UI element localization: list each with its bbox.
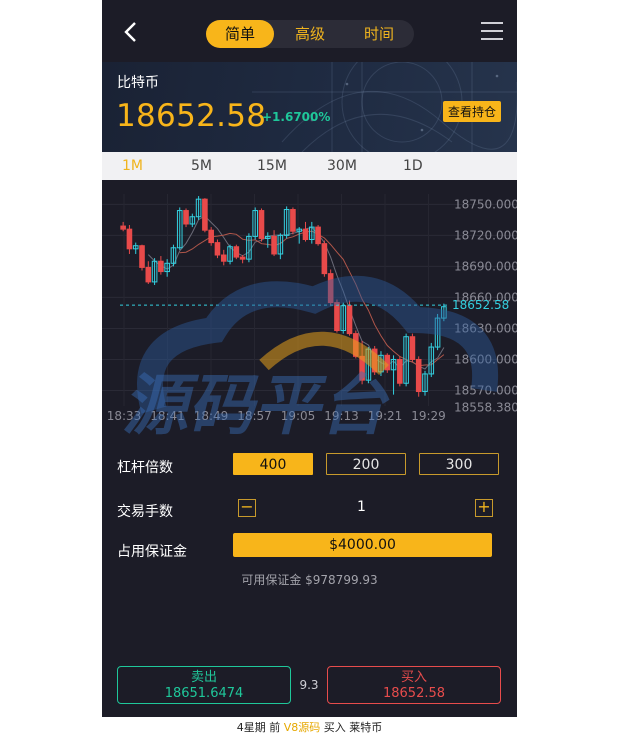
ma5-line (147, 215, 445, 370)
candle-body (220, 254, 227, 262)
x-tick-label: 18:41 (150, 409, 185, 423)
price-banner: 比特币 18652.58 +1.6700% 查看持仓 (102, 62, 517, 152)
buy-label: 买入 (400, 670, 427, 685)
candle-body (371, 348, 378, 373)
candle-body (120, 225, 126, 230)
interval-tabs: 1M 5M 15M 30M 1D (102, 152, 517, 180)
coin-name: 比特币 (117, 75, 159, 91)
x-tick-label: 18:33 (107, 409, 142, 423)
candle-body (271, 235, 277, 255)
back-icon[interactable] (120, 18, 144, 46)
current-price: 18652.58 (116, 98, 267, 134)
candle-body (321, 243, 328, 275)
app-window: 简单 高级 时间 比特币 18652.58 +1.6700% 查看持仓 1M 5… (102, 0, 517, 739)
candle-body (183, 210, 189, 225)
activity-ticker: 4星期 前 V8源码 买入 莱特币 (102, 717, 517, 739)
buy-button[interactable]: 买入 18652.58 (327, 666, 501, 704)
candle-body (290, 209, 296, 232)
ticker-time: 4星期 前 (236, 721, 281, 734)
candle-body (239, 256, 246, 260)
y-tick-label: 18720.0000 (454, 228, 517, 242)
candlestick-chart[interactable]: 18750.000018720.000018690.000018660.0000… (102, 180, 517, 435)
lots-label: 交易手数 (117, 504, 173, 520)
y-tick-label: 18690.0000 (454, 259, 517, 273)
available-margin: 可用保证金 $978799.93 (241, 573, 378, 587)
candle-body (359, 355, 365, 381)
tab-simple[interactable]: 简单 (206, 20, 274, 48)
margin-label: 占用保证金 (117, 544, 187, 560)
leverage-200[interactable]: 200 (326, 453, 406, 475)
lots-plus-button[interactable]: + (475, 499, 493, 517)
candle-body (158, 260, 164, 273)
order-controls: 杠杆倍数 400 200 300 交易手数 − 1 + 占用保证金 $4000.… (102, 435, 517, 570)
y-tick-label: 18558.3800 (454, 401, 517, 415)
top-bar: 简单 高级 时间 (102, 0, 517, 62)
sell-price: 18651.6474 (164, 686, 244, 701)
ticker-action: 买入 莱特币 (323, 721, 383, 734)
leverage-300[interactable]: 300 (419, 453, 499, 475)
price-change: +1.6700% (262, 110, 331, 124)
candle-body (334, 302, 340, 332)
leverage-label: 杠杆倍数 (117, 460, 173, 476)
menu-icon[interactable] (481, 22, 503, 42)
interval-5m[interactable]: 5M (191, 152, 212, 180)
candle-body (315, 226, 321, 245)
x-tick-label: 19:13 (324, 409, 359, 423)
x-tick-label: 18:49 (194, 409, 229, 423)
lots-minus-button[interactable]: − (238, 499, 256, 517)
x-tick-label: 19:05 (281, 409, 316, 423)
candle-body (397, 358, 403, 384)
candle-body (353, 333, 359, 357)
candle-body (202, 198, 208, 231)
candle-body (409, 336, 416, 360)
trade-bar: 卖出 18651.6474 9.3 买入 18652.58 (102, 666, 517, 710)
candle-body (415, 358, 422, 393)
margin-value: $4000.00 (233, 533, 492, 557)
candle-body (384, 354, 391, 371)
candle-body (327, 273, 334, 304)
ticker-user: V8源码 (283, 721, 321, 734)
y-tick-label: 18600.0000 (454, 352, 517, 366)
spread-value: 9.3 (299, 678, 319, 692)
x-tick-label: 18:57 (237, 409, 272, 423)
buy-price: 18652.58 (382, 686, 446, 701)
interval-1m[interactable]: 1M (122, 152, 143, 180)
interval-30m[interactable]: 30M (327, 152, 357, 180)
current-price-label: 18652.58 (452, 298, 509, 312)
tab-time[interactable]: 时间 (345, 20, 413, 48)
candle-body (214, 242, 221, 256)
mode-switch: 简单 高级 时间 (206, 20, 414, 48)
y-tick-label: 18570.0000 (454, 383, 517, 397)
view-positions-button[interactable]: 查看持仓 (442, 101, 501, 122)
interval-1d[interactable]: 1D (403, 152, 423, 180)
x-tick-label: 19:21 (368, 409, 403, 423)
lots-value: 1 (357, 499, 366, 515)
candle-body (302, 228, 309, 241)
interval-15m[interactable]: 15M (257, 152, 287, 180)
candle-body (258, 210, 265, 239)
y-tick-label: 18630.0000 (454, 321, 517, 335)
sell-label: 卖出 (190, 670, 217, 685)
candle-body (346, 305, 353, 335)
sell-button[interactable]: 卖出 18651.6474 (117, 666, 291, 704)
candle-body (145, 266, 152, 283)
leverage-400[interactable]: 400 (233, 453, 313, 475)
x-tick-label: 19:29 (411, 409, 446, 423)
candle-body (208, 229, 214, 244)
y-tick-label: 18750.0000 (454, 197, 517, 211)
candle-body (126, 228, 133, 250)
candle-body (233, 246, 240, 258)
tab-advanced[interactable]: 高级 (276, 20, 344, 48)
candle-body (139, 245, 145, 268)
